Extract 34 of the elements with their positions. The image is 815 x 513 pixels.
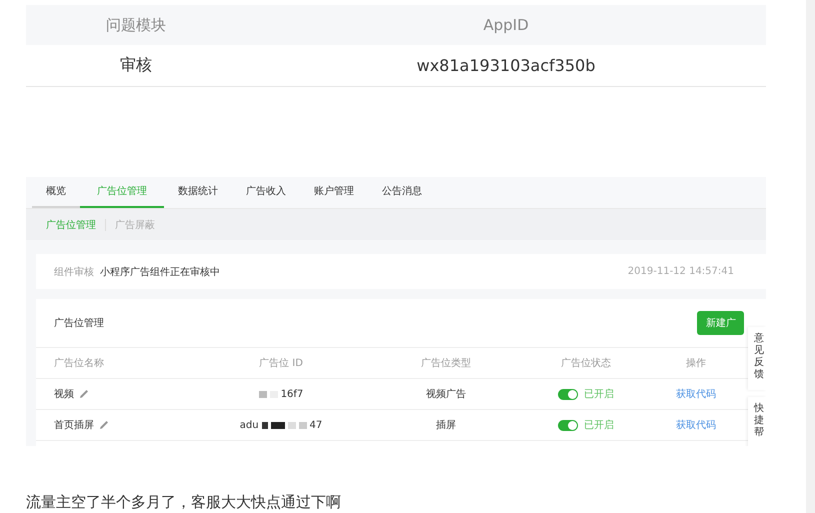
- column-header: 问题模块: [105, 16, 167, 34]
- side-button[interactable]: 意见反馈: [748, 327, 766, 390]
- tab[interactable]: 广告收入: [232, 177, 300, 208]
- toggle-switch[interactable]: [558, 388, 578, 400]
- column-header: 广告位 ID: [186, 348, 376, 379]
- table-cell: adu: [240, 420, 259, 430]
- toggle-switch[interactable]: [558, 420, 578, 430]
- table-cell-text: 视频: [54, 388, 74, 401]
- status-text: 已开启: [584, 388, 614, 401]
- pencil-icon[interactable]: [79, 389, 89, 399]
- column-header: 广告位状态: [516, 348, 656, 379]
- column-header: 广告位类型: [376, 348, 516, 379]
- table-cell-text: 审核: [119, 55, 153, 76]
- table-cell-text: wx81a193103acf350b: [416, 56, 596, 75]
- pencil-icon[interactable]: [99, 420, 109, 430]
- column-header: 广告位名称: [36, 348, 186, 379]
- panel-title: 广告位管理: [54, 316, 104, 330]
- table-cell: 16f7: [280, 388, 304, 400]
- side-button[interactable]: 快捷帮: [748, 397, 766, 446]
- redaction-block: [270, 422, 285, 428]
- table-cell: 视频广告: [376, 379, 516, 410]
- table-cell: 插屏: [376, 410, 516, 441]
- notice-message: 小程序广告组件正在审核中: [100, 266, 220, 278]
- redaction-block: [262, 422, 268, 428]
- notice-time: 2019-11-12 14:57:41: [628, 266, 734, 277]
- table-cell: 47: [310, 420, 322, 430]
- tab[interactable]: 账户管理: [300, 177, 368, 208]
- tab[interactable]: 公告消息: [368, 177, 436, 208]
- notice-label: 组件审核: [54, 266, 94, 278]
- column-header: AppID: [482, 16, 530, 34]
- tab[interactable]: 数据统计: [164, 177, 232, 208]
- status-text: 已开启: [584, 418, 614, 432]
- table-cell-text: 首页插屏: [54, 419, 94, 432]
- comment-text: 流量主空了半个多月了，客服大大快点通过下啊: [26, 493, 342, 512]
